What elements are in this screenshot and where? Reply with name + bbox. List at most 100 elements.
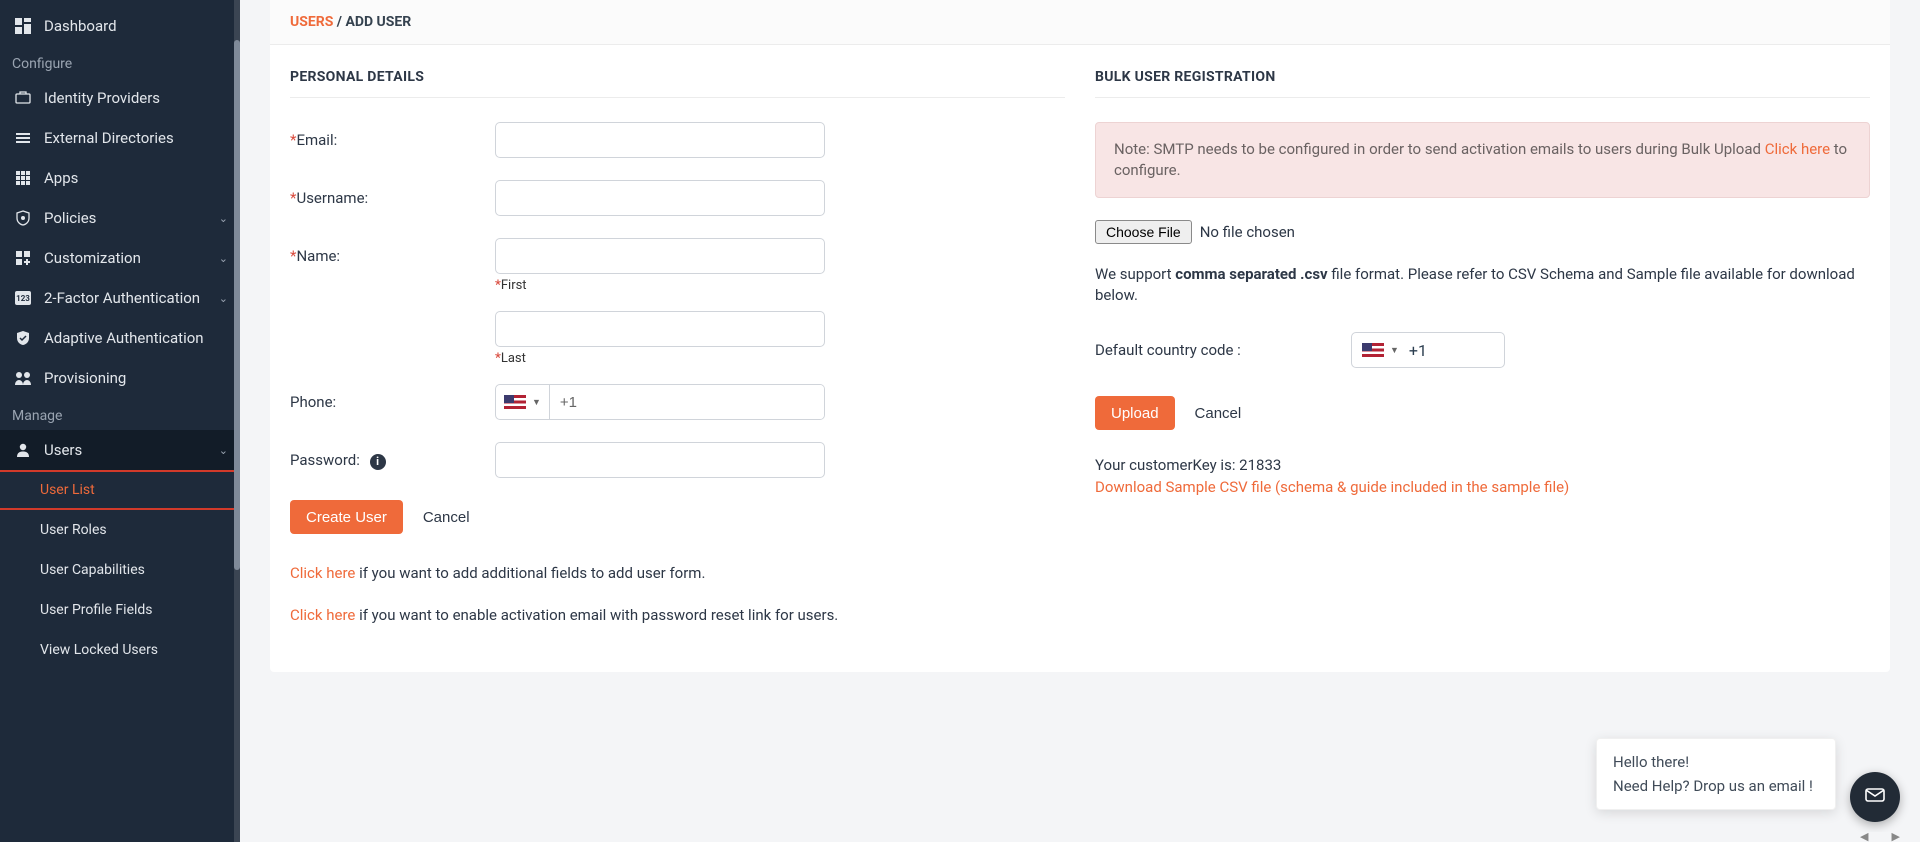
- users-icon: [12, 439, 34, 461]
- sidebar-item-label: Policies: [44, 209, 96, 227]
- sidebar-item-label: User Profile Fields: [40, 602, 153, 618]
- phone-input[interactable]: [550, 385, 824, 419]
- divider: [290, 97, 1065, 98]
- configure-smtp-link[interactable]: Click here: [1765, 140, 1830, 158]
- sidebar-item-label: View Locked Users: [40, 642, 158, 658]
- activation-email-link[interactable]: Click here: [290, 606, 355, 624]
- chevron-down-icon: ▼: [532, 397, 541, 408]
- download-sample-csv-link[interactable]: Download Sample CSV file (schema & guide…: [1095, 478, 1870, 496]
- cancel-button[interactable]: Cancel: [407, 500, 486, 534]
- sidebar-item-label: Identity Providers: [44, 89, 160, 107]
- sidebar-item-2fa[interactable]: 123 2-Factor Authentication ⌄: [0, 278, 240, 318]
- phone-input-wrap: ▼: [495, 384, 825, 420]
- additional-fields-note: Click here if you want to add additional…: [290, 564, 1065, 582]
- dashboard-icon: [12, 15, 34, 37]
- default-country-select[interactable]: ▼ +1: [1351, 332, 1505, 368]
- sidebar-item-provisioning[interactable]: Provisioning: [0, 358, 240, 398]
- chat-greeting: Hello there!: [1613, 753, 1819, 771]
- sidebar-item-customization[interactable]: Customization ⌄: [0, 238, 240, 278]
- sidebar-subitem-user-roles[interactable]: User Roles: [0, 510, 240, 550]
- adaptive-icon: [12, 327, 34, 349]
- sidebar: Dashboard Configure Identity Providers E…: [0, 0, 240, 842]
- chevron-down-icon: ⌄: [219, 252, 228, 265]
- sidebar-item-users[interactable]: Users ⌄: [0, 430, 240, 470]
- apps-icon: [12, 167, 34, 189]
- sidebar-item-label: User Capabilities: [40, 562, 145, 578]
- sidebar-item-dashboard[interactable]: Dashboard: [0, 6, 240, 46]
- phone-country-select[interactable]: ▼: [496, 385, 550, 419]
- sidebar-section-manage: Manage: [0, 398, 240, 430]
- breadcrumb-link-users[interactable]: USERS: [290, 14, 333, 30]
- sidebar-subitem-user-profile-fields[interactable]: User Profile Fields: [0, 590, 240, 630]
- default-country-row: Default country code : ▼ +1: [1095, 332, 1870, 368]
- password-label: Password: i: [290, 442, 495, 470]
- password-input[interactable]: [495, 442, 825, 478]
- customer-key-text: Your customerKey is: 21833: [1095, 456, 1870, 474]
- bulk-actions: Upload Cancel: [1095, 396, 1870, 430]
- section-title-bulk: BULK USER REGISTRATION: [1095, 69, 1870, 85]
- file-status: No file chosen: [1200, 223, 1295, 241]
- us-flag-icon: [1362, 343, 1384, 357]
- main-content: USERS / ADD USER PERSONAL DETAILS *Email…: [240, 0, 1920, 842]
- username-input[interactable]: [495, 180, 825, 216]
- info-icon[interactable]: i: [370, 454, 386, 470]
- sidebar-item-label: User List: [40, 482, 95, 498]
- customize-icon: [12, 247, 34, 269]
- choose-file-button[interactable]: Choose File: [1095, 220, 1192, 244]
- default-country-label: Default country code :: [1095, 341, 1351, 359]
- sidebar-item-identity-providers[interactable]: Identity Providers: [0, 78, 240, 118]
- chevron-down-icon: ⌄: [219, 292, 228, 305]
- additional-fields-link[interactable]: Click here: [290, 564, 355, 582]
- email-input[interactable]: [495, 122, 825, 158]
- username-label: *Username:: [290, 180, 495, 207]
- form-row-phone: Phone: ▼: [290, 384, 1065, 420]
- sidebar-item-label: Apps: [44, 169, 78, 187]
- sidebar-subitem-view-locked-users[interactable]: View Locked Users: [0, 630, 240, 670]
- breadcrumb: USERS / ADD USER: [270, 0, 1890, 45]
- sidebar-item-label: External Directories: [44, 129, 174, 147]
- sidebar-item-label: Users: [44, 441, 82, 459]
- idp-icon: [12, 87, 34, 109]
- create-user-button[interactable]: Create User: [290, 500, 403, 534]
- phone-label: Phone:: [290, 384, 495, 411]
- first-name-input[interactable]: [495, 238, 825, 274]
- sidebar-item-label: Provisioning: [44, 369, 126, 387]
- bulk-cancel-button[interactable]: Cancel: [1179, 396, 1258, 430]
- sidebar-item-apps[interactable]: Apps: [0, 158, 240, 198]
- policies-icon: [12, 207, 34, 229]
- chat-popup[interactable]: Hello there! Need Help? Drop us an email…: [1596, 738, 1836, 810]
- last-name-input[interactable]: [495, 311, 825, 347]
- form-row-name: *Name: *First *Last: [290, 238, 1065, 384]
- chevron-down-icon: ▼: [1390, 345, 1399, 356]
- chevron-down-icon: ⌄: [219, 444, 228, 457]
- form-row-email: *Email:: [290, 122, 1065, 158]
- content-grid: PERSONAL DETAILS *Email: *Username: *Nam…: [270, 45, 1890, 672]
- sidebar-subitem-user-capabilities[interactable]: User Capabilities: [0, 550, 240, 590]
- us-flag-icon: [504, 395, 526, 409]
- sidebar-item-label: Dashboard: [44, 17, 117, 35]
- name-label: *Name:: [290, 238, 495, 265]
- sidebar-item-policies[interactable]: Policies ⌄: [0, 198, 240, 238]
- horizontal-scrollbar[interactable]: ◀▶: [270, 832, 1900, 842]
- ext-dir-icon: [12, 127, 34, 149]
- provisioning-icon: [12, 367, 34, 389]
- form-row-password: Password: i: [290, 442, 1065, 478]
- sidebar-item-external-directories[interactable]: External Directories: [0, 118, 240, 158]
- sidebar-item-label: Adaptive Authentication: [44, 329, 204, 347]
- upload-button[interactable]: Upload: [1095, 396, 1175, 430]
- sidebar-item-adaptive-auth[interactable]: Adaptive Authentication: [0, 318, 240, 358]
- breadcrumb-current: ADD USER: [345, 14, 411, 30]
- sidebar-subitem-user-list[interactable]: User List: [0, 470, 236, 510]
- svg-text:123: 123: [16, 294, 30, 303]
- breadcrumb-sep: /: [333, 14, 345, 30]
- divider: [1095, 97, 1870, 98]
- first-sub-label: *First: [495, 278, 825, 293]
- customer-key-value: 21833: [1239, 456, 1281, 474]
- chat-fab-button[interactable]: [1850, 772, 1900, 822]
- csv-support-text: We support comma separated .csv file for…: [1095, 264, 1870, 306]
- sidebar-item-label: 2-Factor Authentication: [44, 289, 200, 307]
- scroll-arrows[interactable]: ◀▶: [1860, 830, 1900, 842]
- smtp-alert: Note: SMTP needs to be configured in ord…: [1095, 122, 1870, 198]
- personal-details-section: PERSONAL DETAILS *Email: *Username: *Nam…: [290, 69, 1095, 648]
- default-country-value: +1: [1409, 341, 1427, 360]
